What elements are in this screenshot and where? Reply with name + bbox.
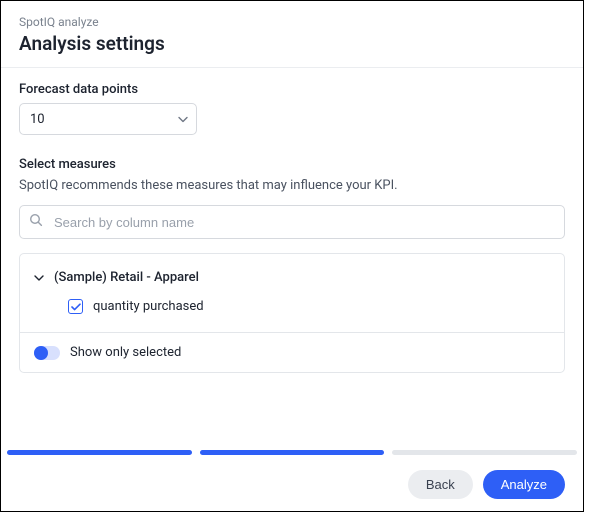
modal-body: Forecast data points 10 Select measures … <box>1 68 583 511</box>
modal-footer: Back Analyze <box>1 458 583 511</box>
modal-header: SpotIQ analyze Analysis settings <box>1 1 583 68</box>
measures-section: Select measures SpotIQ recommends these … <box>19 157 565 373</box>
measures-subtext: SpotIQ recommends these measures that ma… <box>19 178 565 193</box>
analysis-settings-modal: SpotIQ analyze Analysis settings Forecas… <box>0 0 584 512</box>
chevron-down-icon <box>34 270 44 285</box>
header-eyebrow: SpotIQ analyze <box>19 15 565 29</box>
measure-label: quantity purchased <box>93 299 204 314</box>
group-header[interactable]: (Sample) Retail - Apparel <box>34 270 550 285</box>
forecast-label: Forecast data points <box>19 82 565 97</box>
measures-label: Select measures <box>19 157 565 172</box>
page-title: Analysis settings <box>19 32 565 55</box>
forecast-select-wrap: 10 <box>19 103 197 135</box>
progress-segment-2 <box>200 450 385 455</box>
measures-search-input[interactable] <box>19 205 565 239</box>
measures-box: (Sample) Retail - Apparel quantity purch… <box>19 253 565 373</box>
search-wrap <box>19 205 565 239</box>
measure-item: quantity purchased <box>34 299 550 314</box>
show-only-selected-toggle[interactable] <box>34 346 60 360</box>
forecast-select[interactable]: 10 <box>19 103 197 135</box>
toggle-knob <box>34 346 48 360</box>
search-icon <box>29 213 43 231</box>
analyze-button[interactable]: Analyze <box>483 470 565 499</box>
progress-segment-3 <box>392 450 577 455</box>
toggle-row: Show only selected <box>20 332 564 372</box>
progress-segment-1 <box>7 450 192 455</box>
progress-row <box>1 450 583 455</box>
toggle-label: Show only selected <box>70 345 181 360</box>
measure-group: (Sample) Retail - Apparel quantity purch… <box>20 254 564 332</box>
measure-checkbox[interactable] <box>68 299 83 314</box>
forecast-value: 10 <box>30 112 45 127</box>
group-title: (Sample) Retail - Apparel <box>54 270 199 285</box>
back-button[interactable]: Back <box>408 470 473 499</box>
